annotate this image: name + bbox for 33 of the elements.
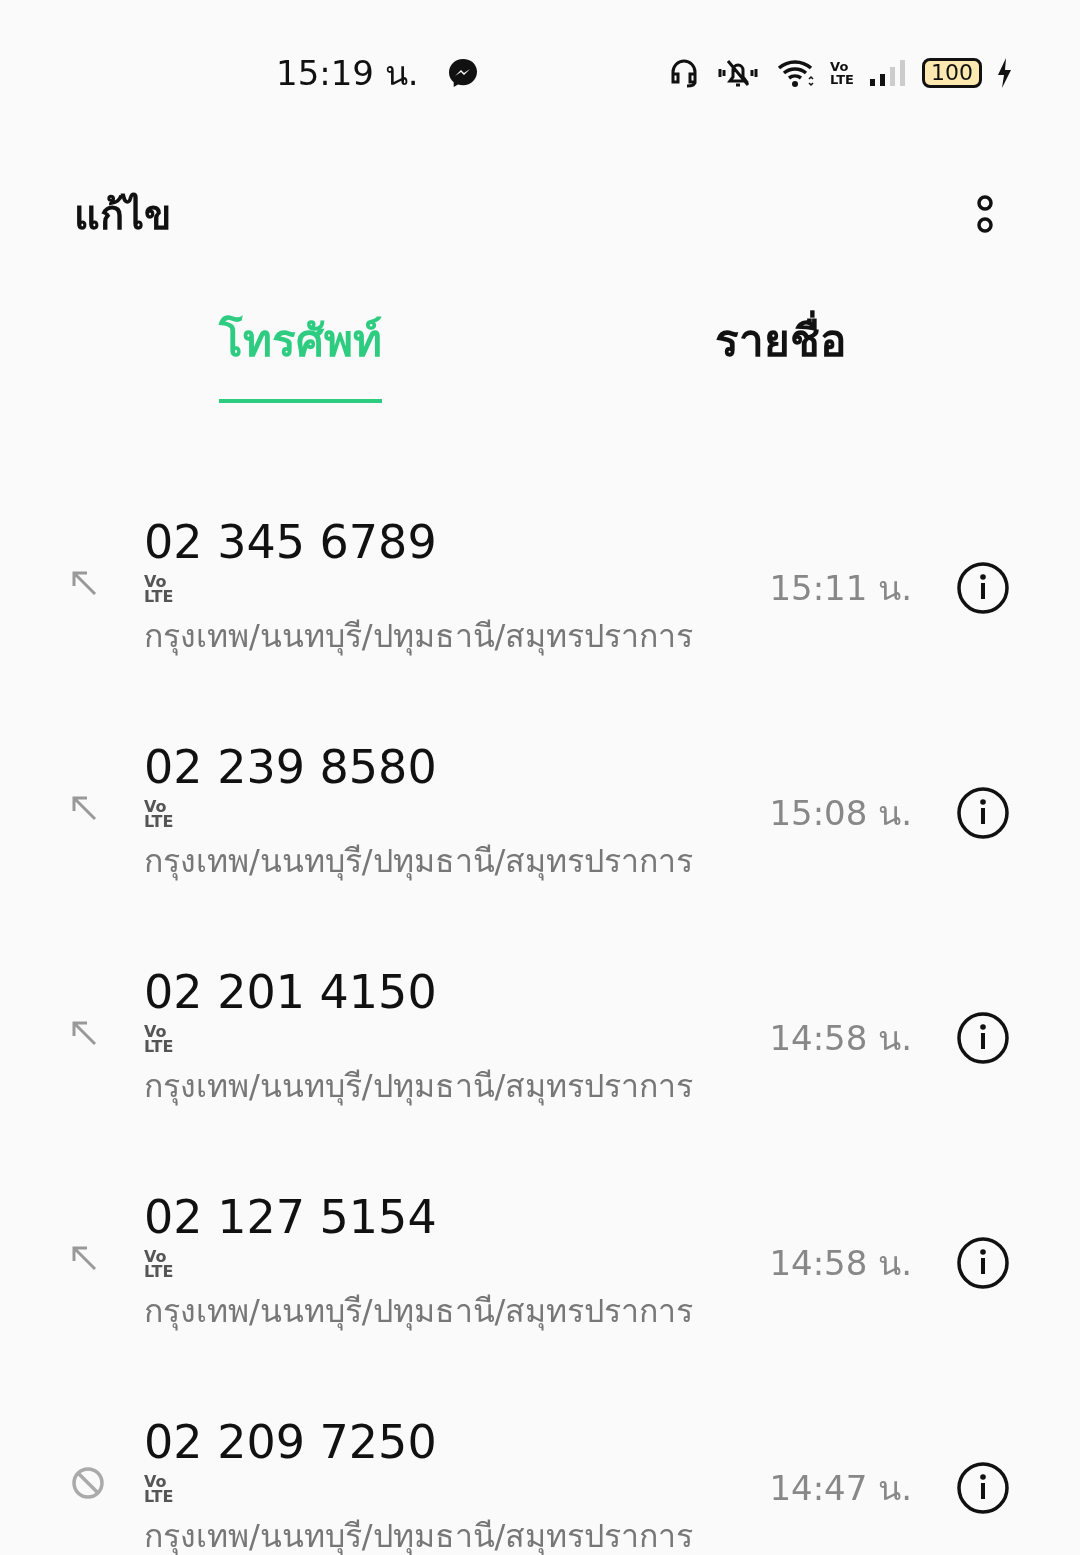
volte-label: Vo LTE bbox=[144, 1474, 174, 1504]
info-icon[interactable] bbox=[956, 560, 1010, 615]
volte-label: Vo LTE bbox=[144, 1024, 174, 1054]
info-icon[interactable] bbox=[956, 1235, 1010, 1290]
phone-number: 02 209 7250 bbox=[144, 1414, 437, 1470]
volte-label: Vo LTE bbox=[144, 1249, 174, 1279]
call-time: 15:11 น. bbox=[769, 566, 912, 610]
call-location: กรุงเทพ/นนทบุรี/ปทุมธานี/สมุทรปราการ bbox=[144, 616, 694, 658]
blocked-icon bbox=[70, 1464, 106, 1501]
info-icon[interactable] bbox=[956, 1460, 1010, 1515]
tab[interactable]: รายชื่อ bbox=[714, 305, 846, 403]
info-icon[interactable] bbox=[956, 1010, 1010, 1065]
phone-number: 02 345 6789 bbox=[144, 514, 437, 570]
call-time: 14:58 น. bbox=[769, 1241, 912, 1285]
volte-label: Vo LTE bbox=[144, 574, 174, 604]
call-location: กรุงเทพ/นนทบุรี/ปทุมธานี/สมุทรปราการ bbox=[144, 1516, 694, 1555]
phone-number: 02 127 5154 bbox=[144, 1189, 437, 1245]
messenger-icon bbox=[446, 56, 479, 89]
info-icon[interactable] bbox=[956, 785, 1010, 840]
call-time: 15:08 น. bbox=[769, 791, 912, 835]
call-location: กรุงเทพ/นนทบุรี/ปทุมธานี/สมุทรปราการ bbox=[144, 1291, 694, 1333]
status-time: 15:19 น. bbox=[276, 51, 419, 95]
page-title: แก้ไข bbox=[74, 191, 171, 240]
call-time: 14:47 น. bbox=[769, 1466, 912, 1510]
phone-number: 02 201 4150 bbox=[144, 964, 437, 1020]
charging-icon bbox=[996, 56, 1012, 89]
volte-label: Vo LTE bbox=[144, 799, 174, 829]
call-time: 14:58 น. bbox=[769, 1016, 912, 1060]
call-location: กรุงเทพ/นนทบุรี/ปทุมธานี/สมุทรปราการ bbox=[144, 841, 694, 883]
battery-indicator: 100 bbox=[922, 57, 982, 88]
call-location: กรุงเทพ/นนทบุรี/ปทุมธานี/สมุทรปราการ bbox=[144, 1066, 694, 1108]
volte-indicator: Vo LTE bbox=[830, 59, 854, 86]
phone-number: 02 239 8580 bbox=[144, 739, 437, 795]
